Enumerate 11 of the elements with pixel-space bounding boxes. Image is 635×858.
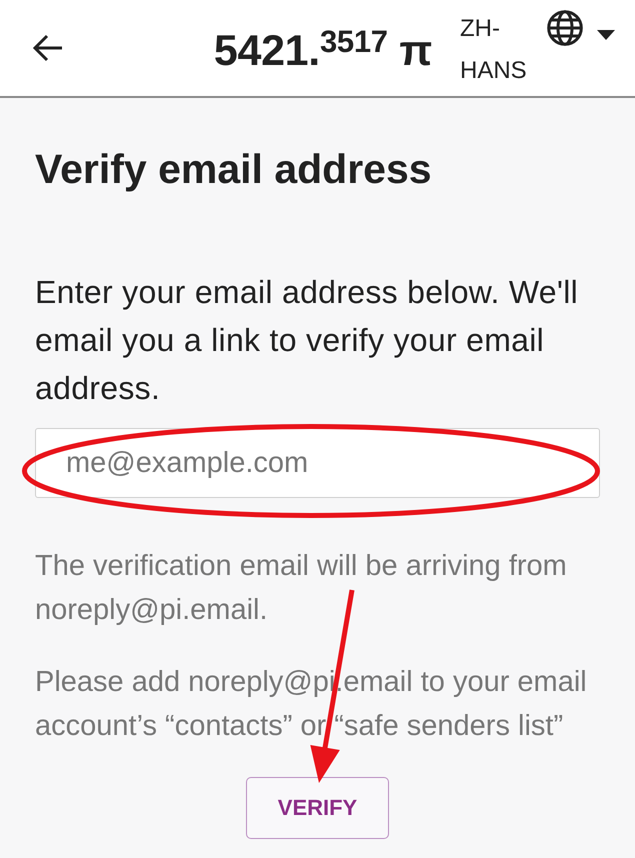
- verify-button[interactable]: VERIFY: [246, 777, 389, 839]
- balance-amount: 5421.$^{3517}$ π: [214, 27, 432, 75]
- caret-icon: [597, 30, 615, 40]
- page-title: Verify email address: [35, 145, 433, 193]
- back-button[interactable]: [33, 34, 63, 62]
- note-text: The verification email will be arriving from noreply@pi.email.: [35, 549, 568, 628]
- language-selector[interactable]: ZH-HANS: [460, 0, 615, 92]
- back-arrow-icon: [33, 34, 63, 62]
- instruction-text: Enter your email address below. We'll email you a link to verify your email address.: [35, 273, 580, 408]
- globe-icon: [547, 10, 583, 46]
- email-field[interactable]: me@example.com: [35, 428, 600, 498]
